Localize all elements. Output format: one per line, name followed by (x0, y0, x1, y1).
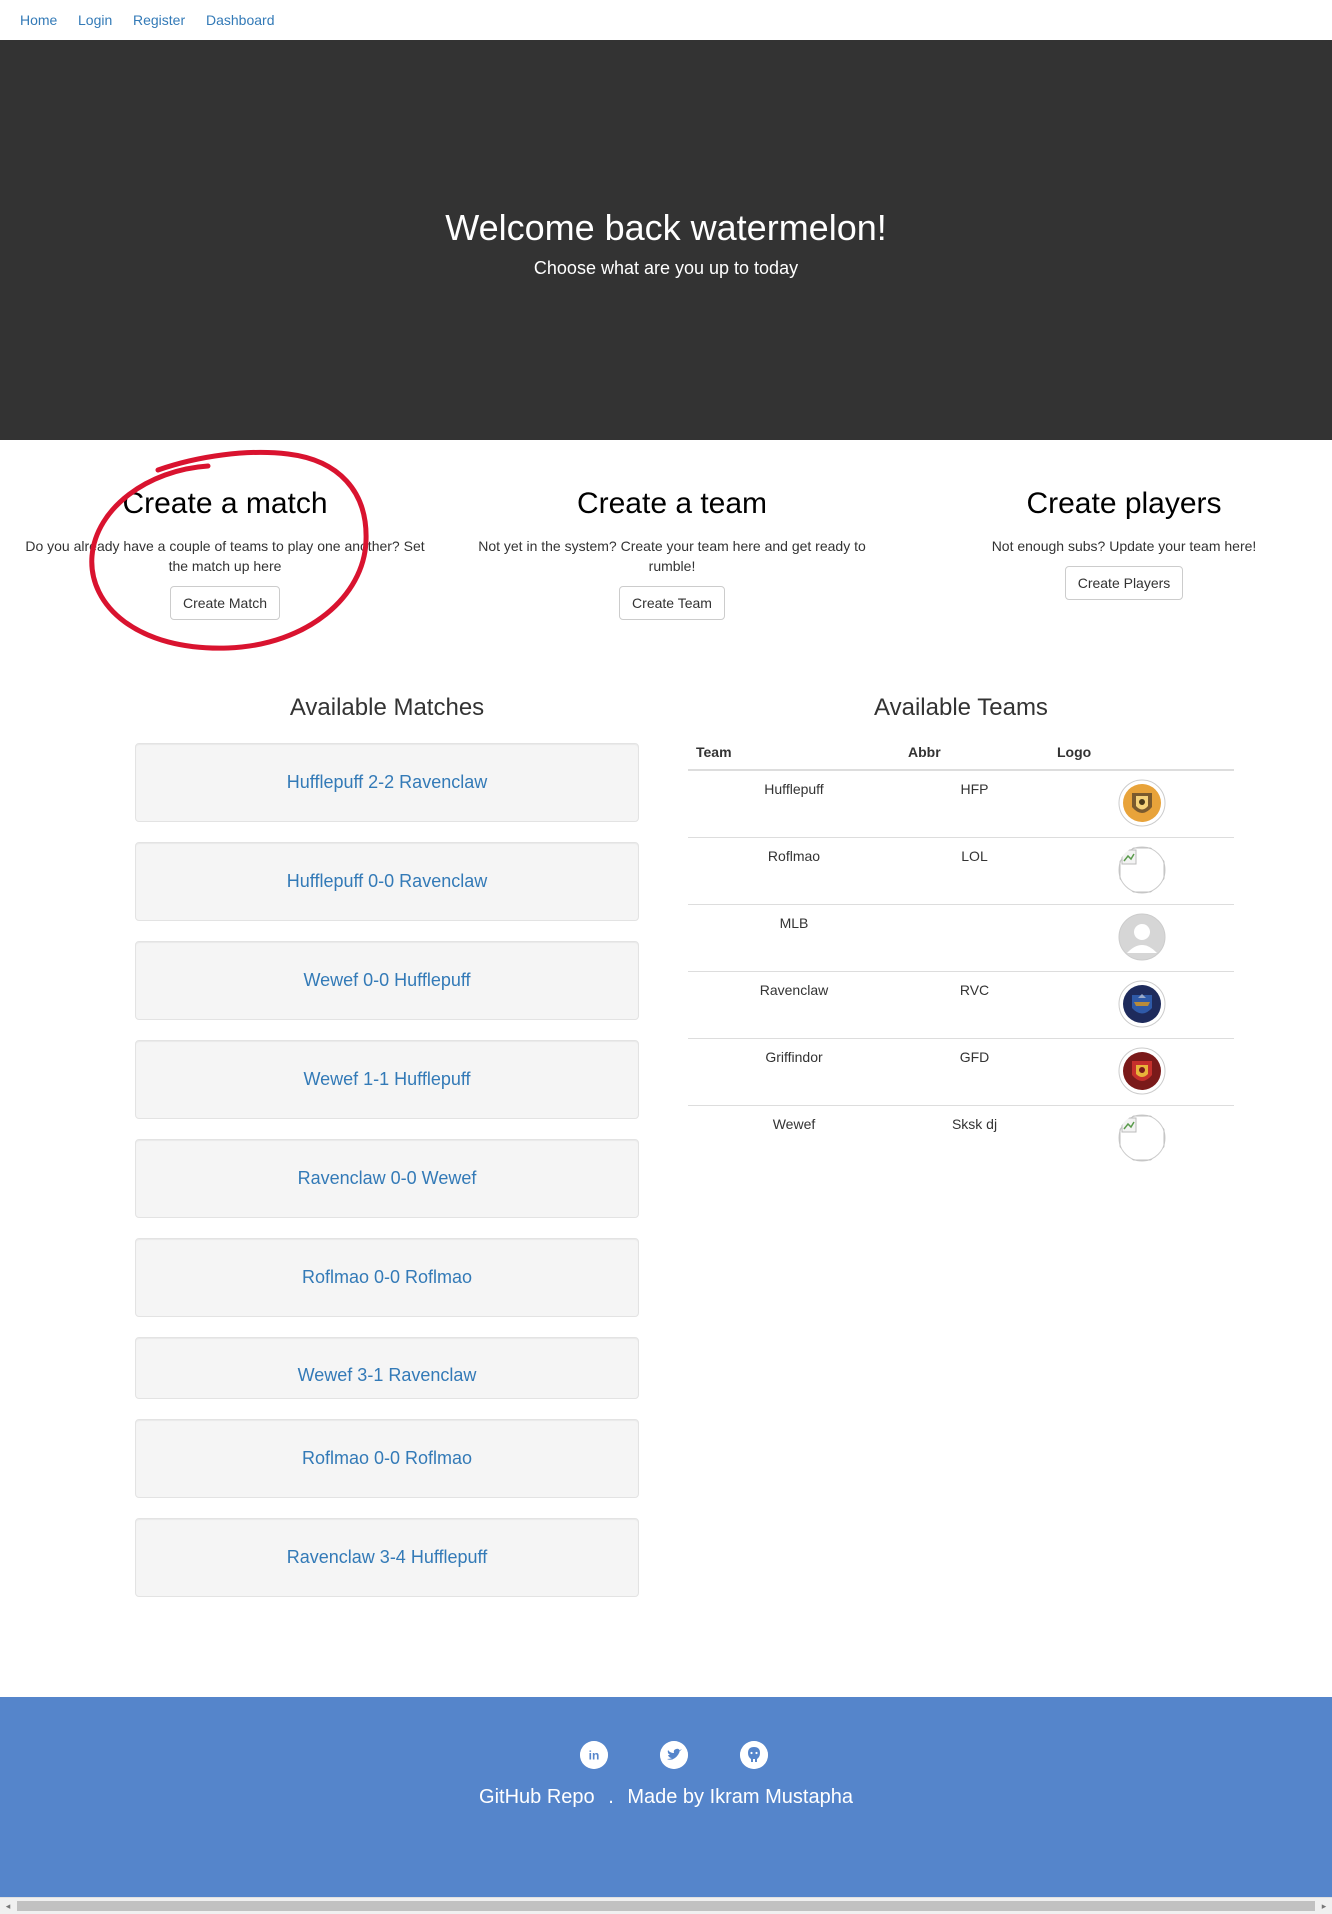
team-name-cell: MLB (688, 903, 900, 971)
team-logo-cell (1049, 836, 1234, 904)
match-card[interactable]: Ravenclaw 0-0 Wewef (135, 1139, 639, 1218)
team-abbr-cell: Sksk dj (900, 1104, 1049, 1172)
column-header-abbr: Abbr (900, 734, 1049, 771)
linkedin-icon[interactable]: in (580, 1741, 608, 1769)
footer: in GitHub Repo . Made by Ikram Mustapha (0, 1697, 1332, 1897)
create-team-text: Not yet in the system? Create your team … (478, 538, 866, 574)
create-team-button[interactable]: Create Team (619, 586, 725, 620)
table-row: Griffindor GFD (688, 1037, 1234, 1105)
team-logo-cell (1049, 970, 1234, 1038)
match-card[interactable]: Wewef 1-1 Hufflepuff (135, 1040, 639, 1119)
table-row: Hufflepuff HFP (688, 770, 1234, 837)
team-abbr-cell: HFP (960, 781, 989, 797)
hero-subtitle: Choose what are you up to today (533, 258, 799, 278)
horizontal-scrollbar[interactable]: ◂ ▸ (0, 1897, 1332, 1914)
team-logo-cell (1049, 770, 1234, 837)
available-teams-title: Available Teams (874, 694, 1048, 721)
nav-login-link[interactable]: Login (78, 12, 112, 28)
team-name-cell: Roflmao (688, 836, 900, 904)
team-abbr-cell: LOL (900, 836, 1049, 904)
broken-image-icon (1118, 846, 1165, 893)
match-card[interactable]: Roflmao 0-0 Roflmao (135, 1419, 639, 1498)
create-match-title: Create a match (122, 487, 328, 520)
github-icon[interactable] (740, 1741, 768, 1769)
team-name-cell: Wewef (688, 1104, 900, 1172)
column-header-team: Team (688, 734, 900, 771)
hero-title: Welcome back watermelon! (445, 207, 887, 248)
team-name-cell: Griffindor (688, 1037, 900, 1105)
match-card[interactable]: Wewef 0-0 Hufflepuff (135, 941, 639, 1020)
ravenclaw-crest-icon (1118, 980, 1165, 1027)
svg-text:in: in (589, 1749, 600, 1763)
nav-home-link[interactable]: Home (20, 12, 57, 28)
table-row: Roflmao LOL (688, 836, 1234, 904)
scroll-left-icon[interactable]: ◂ (3, 1901, 13, 1911)
scrollbar-thumb[interactable] (17, 1901, 1315, 1911)
nav-register-link[interactable]: Register (133, 12, 185, 28)
twitter-icon[interactable] (660, 1741, 688, 1769)
team-abbr-cell: RVC (900, 970, 1049, 1038)
teams-table: Team Abbr Logo Hufflepuff HFP Roflmao LO… (688, 734, 1234, 1172)
create-team-panel: Create a team Not yet in the system? Cre… (467, 484, 877, 620)
team-logo-cell (1049, 1104, 1234, 1172)
default-avatar-icon (1118, 913, 1165, 960)
create-match-text: Do you already have a couple of teams to… (25, 538, 425, 574)
table-row: MLB (688, 903, 1234, 971)
create-players-panel: Create players Not enough subs? Update y… (919, 484, 1329, 600)
team-abbr-cell (900, 903, 1049, 971)
create-players-title: Create players (1026, 487, 1222, 520)
match-card[interactable]: Roflmao 0-0 Roflmao (135, 1238, 639, 1317)
team-logo-cell (1049, 903, 1234, 971)
scroll-right-icon[interactable]: ▸ (1319, 1901, 1329, 1911)
gryffindor-crest-icon (1118, 1047, 1165, 1094)
create-match-panel: Create a match Do you already have a cou… (20, 484, 430, 620)
match-card[interactable]: Wewef 3-1 Ravenclaw (135, 1337, 639, 1399)
table-row: Wewef Sksk dj (688, 1104, 1234, 1172)
create-team-title: Create a team (576, 487, 768, 520)
hufflepuff-crest-icon (1118, 779, 1165, 827)
table-header-row: Team Abbr Logo (688, 734, 1234, 771)
broken-image-icon (1118, 1114, 1165, 1161)
team-abbr-cell: GFD (900, 1037, 1049, 1105)
made-by-text: Made by Ikram Mustapha (627, 1786, 853, 1808)
column-header-logo: Logo (1049, 734, 1234, 771)
create-players-text: Not enough subs? Update your team here! (991, 538, 1257, 554)
available-matches-title: Available Matches (289, 694, 485, 721)
top-navbar: Home Login Register Dashboard (0, 0, 1332, 40)
create-players-button[interactable]: Create Players (1064, 566, 1184, 600)
match-card[interactable]: Hufflepuff 2-2 Ravenclaw (135, 743, 639, 822)
nav-dashboard-link[interactable]: Dashboard (206, 12, 275, 28)
match-card[interactable]: Ravenclaw 3-4 Hufflepuff (135, 1518, 639, 1597)
hero-jumbotron: Welcome back watermelon! Choose what are… (0, 40, 1332, 440)
team-name-cell: Hufflepuff (764, 781, 824, 797)
github-repo-link[interactable]: GitHub Repo (479, 1786, 595, 1808)
team-name-cell: Ravenclaw (688, 970, 900, 1038)
footer-separator: . (608, 1786, 614, 1808)
match-card[interactable]: Hufflepuff 0-0 Ravenclaw (135, 842, 639, 921)
footer-credits: GitHub Repo . Made by Ikram Mustapha (0, 1786, 1332, 1809)
create-match-button[interactable]: Create Match (169, 586, 281, 620)
table-row: Ravenclaw RVC (688, 970, 1234, 1038)
team-logo-cell (1049, 1037, 1234, 1105)
